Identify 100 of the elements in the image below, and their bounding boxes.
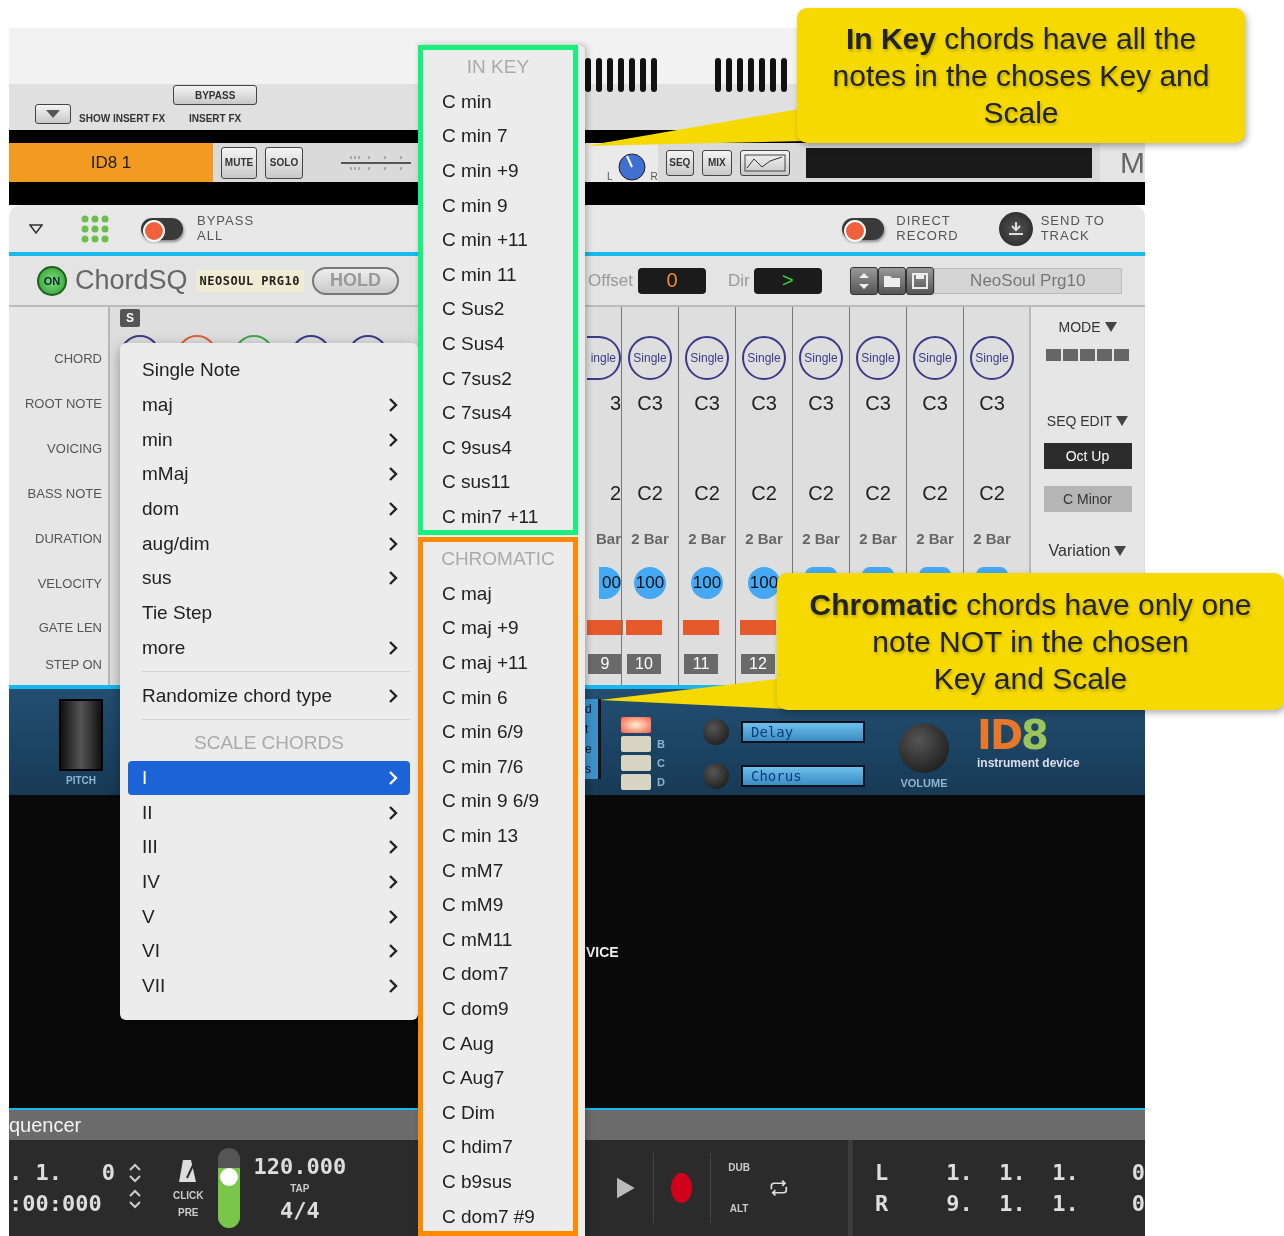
chord-item[interactable]: C 9sus4	[423, 430, 573, 466]
chord-item[interactable]: C dom7	[423, 957, 573, 992]
gate-length-bar[interactable]	[587, 619, 623, 635]
menu-item[interactable]: I	[128, 760, 410, 796]
chord-item[interactable]: C dom7 #9	[423, 1199, 573, 1234]
menu-item[interactable]: IV	[128, 864, 410, 900]
chord-item[interactable]: C Sus2	[423, 292, 573, 327]
send-to-track-button[interactable]	[998, 211, 1033, 246]
key-button[interactable]: C Minor	[1043, 486, 1132, 512]
chord-type-button[interactable]: Single	[913, 336, 957, 380]
menu-item[interactable]: sus	[128, 561, 410, 596]
step-number[interactable]: 11	[684, 654, 718, 674]
chord-item[interactable]: C min	[423, 84, 573, 120]
chord-item[interactable]: C Aug	[423, 1026, 573, 1061]
mode-menu[interactable]: MODE	[1058, 319, 1117, 335]
bypass-all-toggle[interactable]	[141, 217, 183, 240]
solo-button[interactable]: SOLO	[265, 146, 303, 179]
chord-item[interactable]: C min 9 6/9	[423, 784, 573, 819]
effect-knob[interactable]	[703, 763, 729, 789]
chord-type-button[interactable]: Single	[856, 336, 900, 380]
chord-item[interactable]: C 7sus2	[423, 361, 573, 396]
direct-record-toggle[interactable]	[842, 217, 885, 240]
chord-item[interactable]: C min +11	[423, 222, 573, 258]
chord-type-button[interactable]: Single	[799, 336, 843, 380]
chord-item[interactable]: C min 7	[423, 119, 573, 154]
chord-item[interactable]: C min 6/9	[423, 714, 573, 750]
folder-button[interactable]	[877, 266, 906, 295]
step-number[interactable]: 10	[627, 654, 661, 674]
chord-item[interactable]: C min 6	[423, 680, 573, 715]
step-number[interactable]: 12	[741, 654, 775, 674]
show-insert-fx-button[interactable]	[35, 104, 71, 124]
alt-button[interactable]: ALT	[729, 1203, 749, 1214]
chord-item[interactable]: C 7sus4	[423, 395, 573, 431]
seq-edit-menu[interactable]: SEQ EDIT	[1046, 413, 1129, 429]
chord-item[interactable]: C min 9	[423, 188, 573, 223]
chord-item[interactable]: C maj +9	[423, 611, 573, 646]
variation-menu[interactable]: Variation	[1048, 542, 1127, 560]
metronome-icon[interactable]	[178, 1158, 199, 1184]
collapse-triangle-icon[interactable]	[29, 223, 43, 234]
menu-item[interactable]: VII	[128, 968, 410, 1004]
oct-up-button[interactable]: Oct Up	[1043, 443, 1132, 469]
chord-item[interactable]: C Aug7	[423, 1060, 573, 1096]
velocity-knob[interactable]: 100	[748, 567, 780, 599]
bypass-button[interactable]: BYPASS	[173, 85, 258, 105]
menu-item[interactable]: mMaj	[128, 457, 410, 492]
menu-item[interactable]: VI	[128, 934, 410, 969]
chord-item[interactable]: C mM11	[423, 922, 573, 958]
gate-length-bar[interactable]	[683, 619, 719, 635]
click-volume-slider[interactable]	[217, 1148, 240, 1228]
chord-item[interactable]: C sus11	[423, 465, 573, 500]
chord-item[interactable]: C min 13	[423, 818, 573, 854]
menu-item[interactable]: V	[128, 899, 410, 934]
chord-type-button[interactable]: Single	[685, 336, 729, 380]
chord-item[interactable]: C min +9	[423, 153, 573, 189]
menu-item[interactable]: Tie Step	[128, 595, 410, 631]
chord-item[interactable]: C Sus4	[423, 326, 573, 362]
record-button[interactable]	[671, 1173, 692, 1203]
chord-item[interactable]: C mM9	[423, 887, 573, 923]
step-number[interactable]: 9	[588, 654, 622, 674]
chord-item[interactable]: C hdim7	[423, 1130, 573, 1165]
chord-item[interactable]: C b9sus	[423, 1164, 573, 1200]
chord-item[interactable]: C Dim	[423, 1095, 573, 1131]
save-button[interactable]	[905, 266, 934, 295]
chord-item[interactable]: C min7 +11	[423, 499, 573, 535]
chord-type-button[interactable]: Single	[742, 336, 786, 380]
power-button[interactable]: ON	[37, 265, 67, 296]
chord-item[interactable]: C dom9	[423, 991, 573, 1027]
pitch-wheel[interactable]	[59, 698, 103, 771]
velocity-knob[interactable]: 100	[691, 567, 723, 599]
velocity-knob[interactable]: 00	[599, 567, 621, 599]
gate-length-bar[interactable]	[626, 619, 662, 635]
menu-item[interactable]: III	[128, 829, 410, 865]
menu-item[interactable]: min	[128, 422, 410, 458]
menu-item[interactable]: Randomize chord type	[128, 678, 410, 713]
seq-button[interactable]: SEQ	[665, 149, 694, 176]
chord-type-button[interactable]: ingle	[587, 336, 621, 380]
menu-item[interactable]: dom	[128, 491, 410, 527]
chord-type-button[interactable]: Single	[970, 336, 1014, 380]
velocity-knob[interactable]: 100	[634, 567, 666, 599]
chord-type-button[interactable]: Single	[628, 336, 672, 380]
menu-item[interactable]: II	[128, 795, 410, 830]
gate-length-bar[interactable]	[740, 619, 776, 635]
volume-knob[interactable]	[899, 723, 949, 773]
chord-item[interactable]: C min 7/6	[423, 749, 573, 785]
chord-item[interactable]: C min 11	[423, 257, 573, 293]
menu-item[interactable]: maj	[128, 387, 410, 423]
menu-item[interactable]: Single Note	[128, 353, 410, 388]
pad-button[interactable]	[621, 717, 651, 733]
mute-button[interactable]: MUTE	[221, 146, 257, 179]
dub-button[interactable]: DUB	[728, 1162, 750, 1173]
patch-browse-button[interactable]	[849, 266, 878, 295]
automation-button[interactable]	[739, 149, 790, 176]
chord-item[interactable]: C maj +11	[423, 645, 573, 681]
effect-knob[interactable]	[703, 719, 729, 745]
chord-item[interactable]: C mM7	[423, 853, 573, 888]
chord-item[interactable]: C maj	[423, 576, 573, 612]
menu-item[interactable]: more	[128, 630, 410, 666]
pan-knob-icon[interactable]	[616, 152, 647, 182]
menu-item[interactable]: aug/dim	[128, 526, 410, 562]
mix-button[interactable]: MIX	[701, 149, 732, 176]
